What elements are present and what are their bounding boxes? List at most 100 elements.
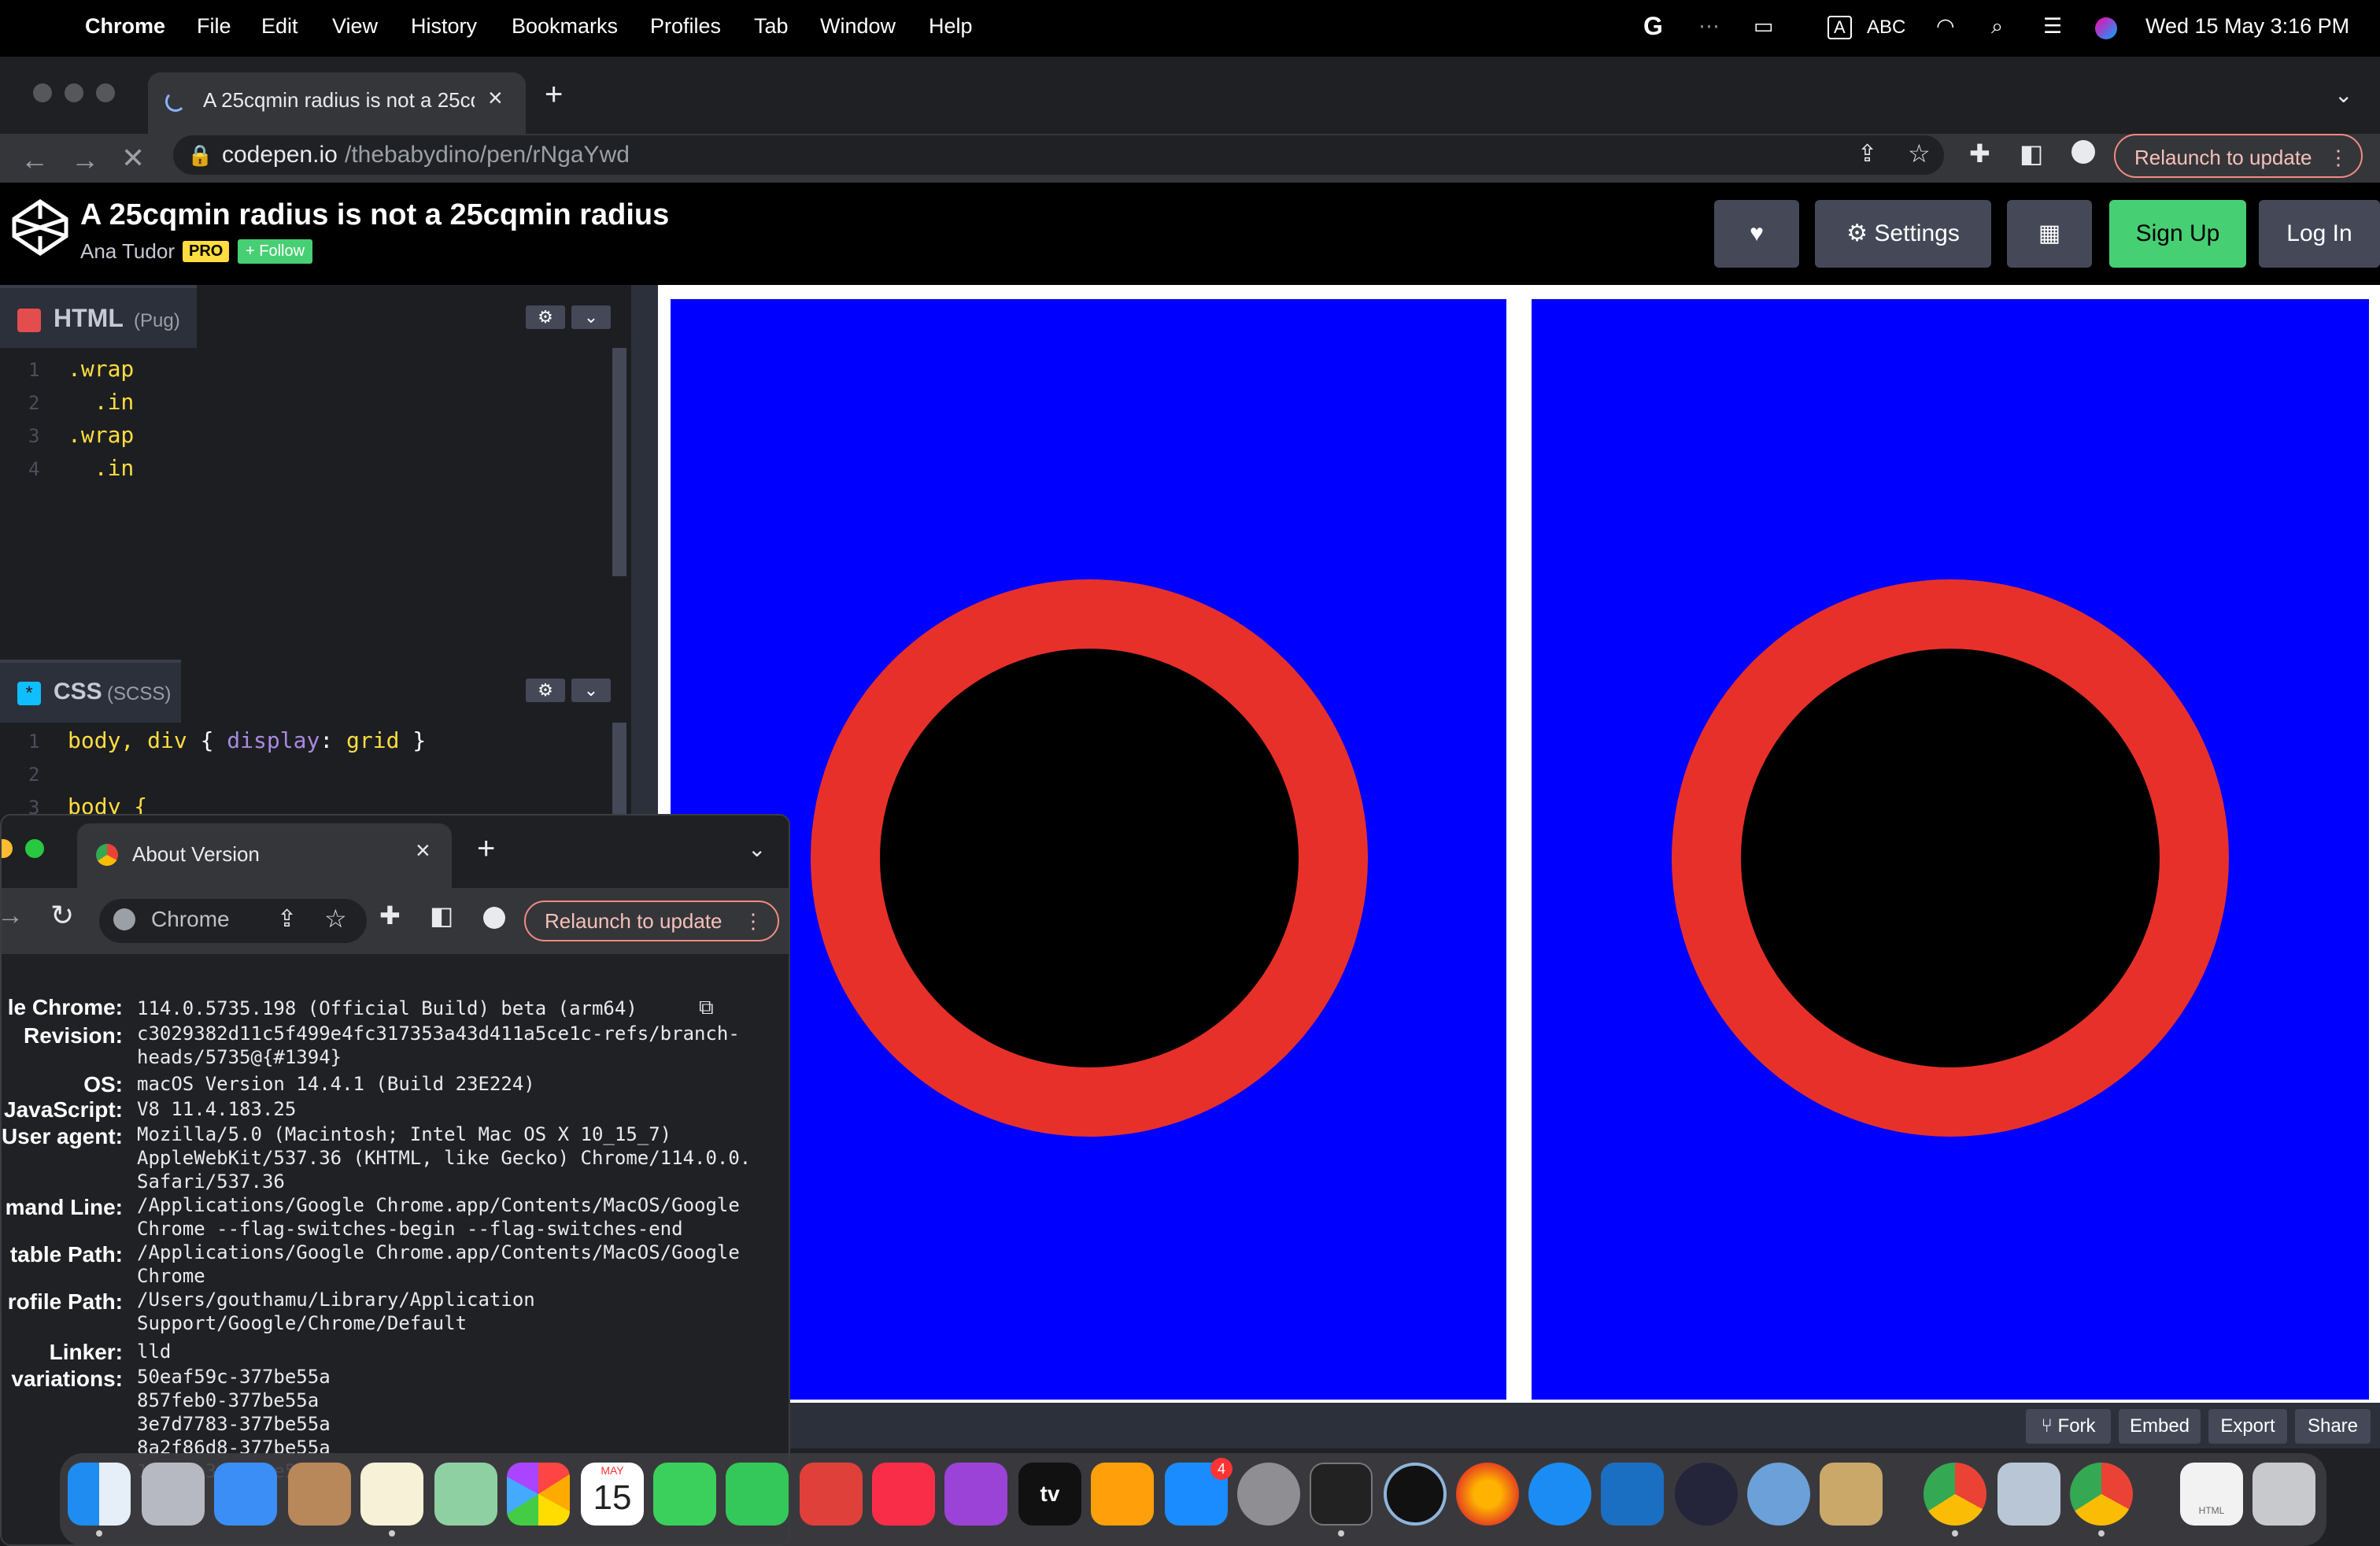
menu-clock[interactable]: Wed 15 May 3:16 PM [2145,14,2349,39]
side-panel-icon[interactable]: ◧ [2020,139,2043,168]
follow-button[interactable]: + Follow [238,239,313,264]
row-value[interactable]: /Applications/Google Chrome.app/Contents… [137,1241,740,1288]
copy-icon[interactable]: ⧉ [699,995,714,1020]
pen-title[interactable]: A 25cqmin radius is not a 25cqmin radius [80,198,669,232]
profile-avatar[interactable] [2071,140,2095,164]
launchpad-icon[interactable] [142,1463,205,1526]
archive-utility-icon[interactable] [1820,1463,1883,1526]
app-store-icon[interactable]: 4 [1165,1458,1232,1526]
share-icon[interactable]: ⇪ [1857,140,1877,168]
minimize-window-button[interactable] [65,83,83,102]
new-tab-button[interactable]: + [477,831,495,867]
menu-file[interactable]: File [197,14,231,39]
change-view-button[interactable]: ▦ [2007,200,2092,268]
fork-button[interactable]: ⑂ Fork [2026,1409,2111,1444]
row-value[interactable]: /Applications/Google Chrome.app/Contents… [137,1193,740,1241]
forward-button[interactable]: → [2,901,24,931]
battery-icon[interactable]: ▭ [1754,14,1774,39]
screen-recorder-icon[interactable] [1384,1463,1447,1526]
about-address-bar[interactable]: Chrome ⇪ ☆ [99,899,367,943]
menu-edit[interactable]: Edit [261,14,298,39]
menu-bookmarks[interactable]: Bookmarks [512,14,618,39]
books-icon[interactable] [1091,1463,1154,1526]
input-source-badge[interactable]: A [1828,16,1852,39]
share-button[interactable]: Share [2295,1409,2371,1444]
codepen-logo-icon[interactable] [11,198,69,257]
mail-icon[interactable] [214,1463,277,1526]
menu-app-name[interactable]: Chrome [85,14,165,39]
html-file-icon[interactable]: HTML [2180,1463,2243,1526]
css-settings-gear-icon[interactable]: ⚙ [526,679,565,702]
safari-icon[interactable] [1528,1463,1591,1526]
wifi-off-icon[interactable]: ⋯ [1698,14,1720,39]
relaunch-to-update-button[interactable]: Relaunch to update ⋮ [2114,134,2363,178]
forward-button[interactable]: → [71,143,99,176]
menu-view[interactable]: View [332,14,378,39]
menu-help[interactable]: Help [929,14,973,39]
row-value[interactable]: macOS Version 14.4.1 (Build 23E224) [137,1072,535,1096]
contacts-icon[interactable] [288,1463,351,1526]
close-tab-icon[interactable]: × [488,83,503,113]
menu-profiles[interactable]: Profiles [650,14,721,39]
trash-icon[interactable] [2252,1463,2315,1526]
podcasts-icon[interactable] [944,1463,1007,1526]
siri-icon[interactable] [2095,17,2117,39]
zoom-window-button[interactable] [96,83,115,102]
html-code-area[interactable]: 1 2 3 4 .wrap .in .wrap .in [0,348,631,658]
profile-avatar[interactable] [483,907,505,929]
lock-icon[interactable]: 🔒 [187,143,213,168]
css-scrollbar[interactable] [612,723,626,817]
minimize-window-button[interactable] [2,839,13,858]
settings-button[interactable]: ⚙ Settings [1815,200,1991,268]
log-in-button[interactable]: Log In [2259,200,2380,268]
html-editor-tab[interactable]: HTML (Pug) [0,285,197,348]
new-tab-button[interactable]: + [545,77,563,113]
menu-history[interactable]: History [411,14,477,39]
address-bar[interactable]: 🔒 codepen.io /thebabydino/pen/rNgaYwd ⇪ … [173,135,1944,175]
terminal-icon[interactable] [1310,1463,1373,1526]
control-center-icon[interactable]: ☰ [2043,14,2062,39]
preview-app-icon[interactable] [1998,1463,2060,1526]
stop-loading-button[interactable]: ✕ [121,142,145,175]
music-icon[interactable] [872,1463,935,1526]
messages-icon[interactable] [653,1463,716,1526]
share-icon[interactable]: ⇪ [277,905,297,933]
row-value[interactable]: V8 11.4.183.25 [137,1097,296,1121]
facetime-icon[interactable] [726,1463,789,1526]
bookmark-star-icon[interactable]: ☆ [1908,139,1931,168]
extensions-icon[interactable]: ✚ [1969,139,1990,168]
extensions-icon[interactable]: ✚ [379,901,401,930]
tab-search-chevron-icon[interactable]: ⌄ [748,836,766,862]
row-value[interactable]: lld [137,1340,171,1363]
photos-icon[interactable] [507,1463,570,1526]
tab-search-chevron-icon[interactable]: ⌄ [2334,82,2352,108]
back-button[interactable]: ← [20,143,49,176]
sign-up-button[interactable]: Sign Up [2109,200,2246,268]
css-code-area[interactable]: 1 2 3 body, div { display: grid } body { [0,723,631,817]
more-menu-icon[interactable]: ⋮ [2328,135,2349,179]
apple-tv-icon[interactable]: tv [1018,1463,1081,1526]
export-button[interactable]: Export [2208,1409,2287,1444]
zoom-window-button[interactable] [25,839,44,858]
relaunch-to-update-button[interactable]: Relaunch to update ⋮ [524,901,779,941]
calendar-icon[interactable]: MAY 15 [581,1463,644,1526]
html-scrollbar[interactable] [612,348,626,576]
html-settings-gear-icon[interactable]: ⚙ [526,305,565,329]
html-collapse-chevron-icon[interactable]: ⌄ [571,305,611,329]
bookmark-star-icon[interactable]: ☆ [324,904,347,934]
chrome-icon[interactable] [2070,1463,2133,1526]
firefox-icon[interactable] [1456,1463,1519,1526]
row-value[interactable]: Mozilla/5.0 (Macintosh; Intel Mac OS X 1… [137,1123,751,1193]
spotlight-search-icon[interactable]: ⌕ [1991,14,2003,39]
author-name[interactable]: Ana Tudor [80,239,175,264]
finder-icon[interactable] [68,1463,131,1526]
input-source-label[interactable]: ABC [1867,17,1905,39]
embed-button[interactable]: Embed [2119,1409,2201,1444]
css-editor-tab[interactable]: * CSS (SCSS) [0,660,181,723]
tab-codepen[interactable]: A 25cqmin radius is not a 25cq × [148,72,526,134]
vscode-icon[interactable] [1601,1463,1664,1526]
row-value[interactable]: 114.0.5735.198 (Official Build) beta (ar… [137,997,638,1020]
notes-icon[interactable] [360,1463,423,1526]
wifi-icon[interactable]: ◠ [1936,14,1955,39]
system-settings-icon[interactable] [1237,1463,1300,1526]
